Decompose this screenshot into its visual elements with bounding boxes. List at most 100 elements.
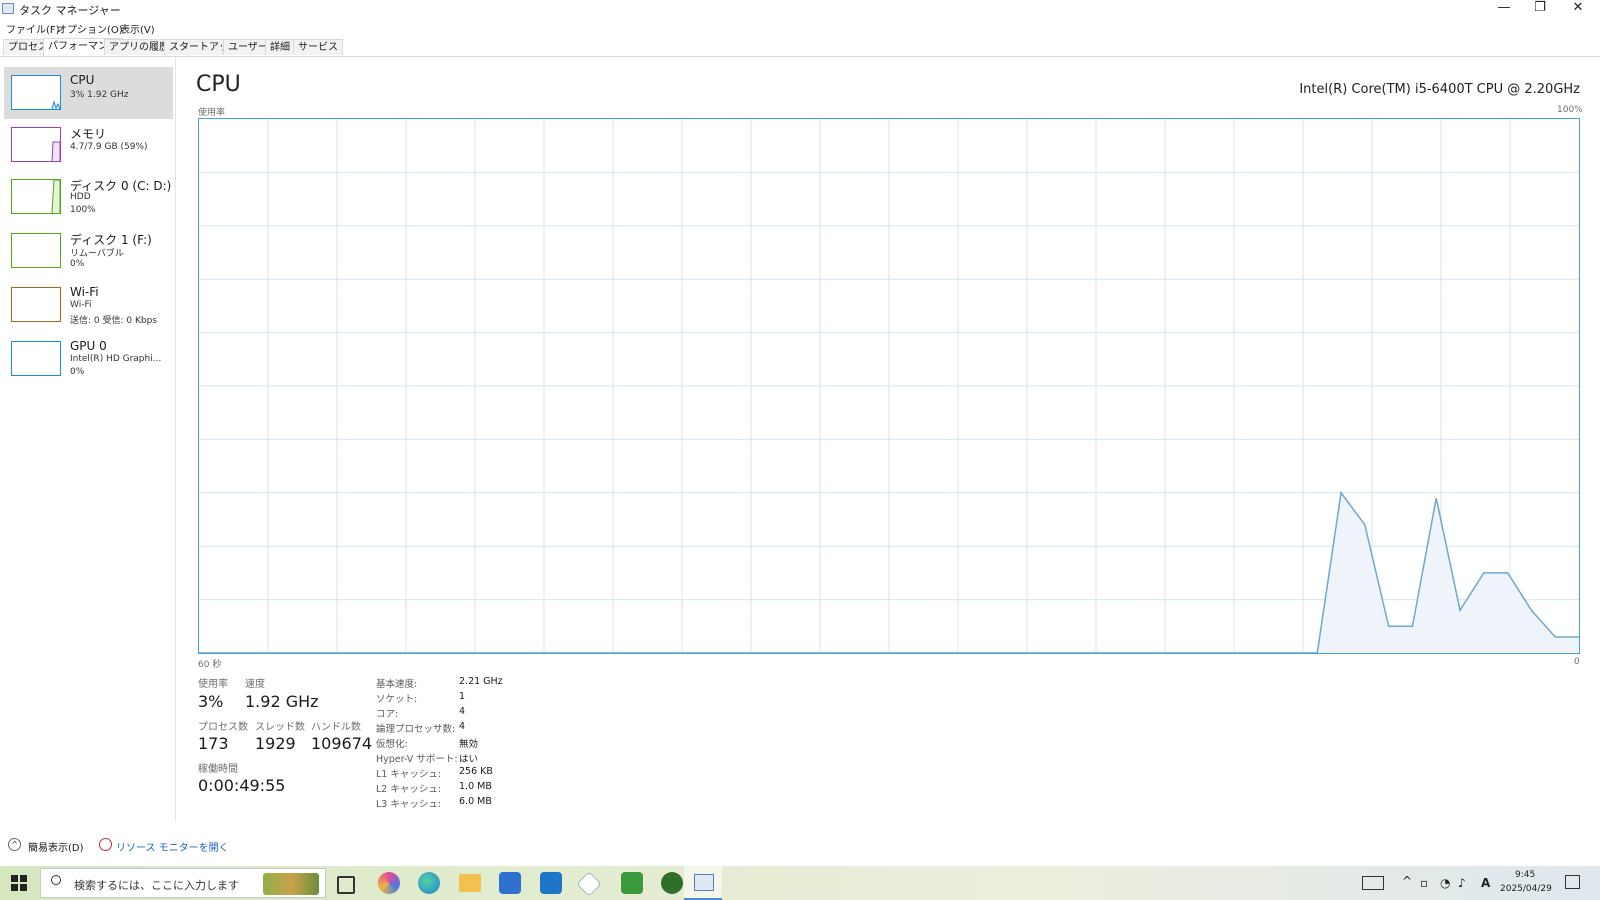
menu-view[interactable]: 表示(V) xyxy=(120,21,155,36)
title-bar: タスク マネージャー — ❐ ✕ xyxy=(0,0,1600,18)
windows-start-icon[interactable] xyxy=(11,875,27,891)
spec-label-virtualization: 仮想化: xyxy=(376,739,408,750)
sidebar-item-disk1[interactable]: ディスク 1 (F:) リムーバブル 0% xyxy=(4,225,173,277)
thread-count-value: 1929 xyxy=(255,734,296,753)
spec-value-hyperv: はい xyxy=(459,754,479,765)
store-icon[interactable] xyxy=(499,872,521,894)
task-manager-taskbar-icon xyxy=(694,874,714,891)
memory-thumbnail-graph xyxy=(11,127,61,162)
search-placeholder: 検索するには、ここに入力します xyxy=(74,879,239,892)
task-view-icon[interactable] xyxy=(337,876,355,894)
restore-button[interactable]: ❐ xyxy=(1522,0,1558,18)
uptime-value: 0:00:49:55 xyxy=(198,776,286,795)
spec-value-cores: 4 xyxy=(459,706,466,717)
spec-label-base-speed: 基本速度: xyxy=(376,679,418,690)
sidebar-item-disk0[interactable]: ディスク 0 (C: D:) HDD 100% xyxy=(4,171,173,223)
spec-value-base-speed: 2.21 GHz xyxy=(459,676,503,687)
notification-center-icon[interactable] xyxy=(1565,875,1580,889)
graph-y-label: 使用率 xyxy=(198,108,226,118)
volume-icon[interactable]: ♪ xyxy=(1458,876,1466,890)
dropbox-icon[interactable] xyxy=(576,871,602,897)
sidebar-disk1-usage: 0% xyxy=(70,259,85,269)
search-icon xyxy=(51,875,61,885)
spec-value-virtualization: 無効 xyxy=(459,739,479,750)
taskbar-search-box[interactable]: 検索するには、ここに入力します xyxy=(40,868,326,898)
sidebar-item-gpu[interactable]: GPU 0 Intel(R) HD Graphi... 0% xyxy=(4,333,173,385)
spec-value-sockets: 1 xyxy=(459,691,466,702)
spec-value-l1-cache: 256 KB xyxy=(459,766,493,777)
usage-label: 使用率 xyxy=(198,679,228,690)
sidebar-gpu-name: GPU 0 xyxy=(70,339,107,353)
sidebar-memory-sub: 4.7/7.9 GB (59%) xyxy=(70,142,148,152)
tripadvisor-icon[interactable] xyxy=(661,872,683,894)
graph-x-min: 0 xyxy=(1574,657,1580,667)
search-highlight-image xyxy=(263,873,319,895)
copilot-icon[interactable] xyxy=(378,872,400,894)
sidebar-item-memory[interactable]: メモリ 4.7/7.9 GB (59%) xyxy=(4,119,173,171)
sidebar-item-wifi[interactable]: Wi-Fi Wi-Fi 送信: 0 受信: 0 Kbps xyxy=(4,279,173,331)
handle-count-label: ハンドル数 xyxy=(311,722,361,733)
speed-value: 1.92 GHz xyxy=(245,692,319,711)
page-title: CPU xyxy=(196,72,241,97)
evernote-icon[interactable] xyxy=(621,872,643,894)
taskbar-clock-date[interactable]: 2025/04/29 xyxy=(1500,884,1552,894)
spec-label-l3-cache: L3 キャッシュ: xyxy=(376,799,442,810)
wifi-thumbnail-graph xyxy=(11,287,61,322)
task-manager-icon xyxy=(2,3,14,14)
resource-monitor-link[interactable]: リソース モニターを開く xyxy=(116,839,229,854)
spec-label-sockets: ソケット: xyxy=(376,694,418,705)
task-manager-taskbar-button[interactable] xyxy=(684,866,722,900)
spec-value-l3-cache: 6.0 MB xyxy=(459,796,492,807)
spec-label-hyperv: Hyper-V サポート: xyxy=(376,754,458,765)
process-count-label: プロセス数 xyxy=(198,722,248,733)
sidebar-disk0-type: HDD xyxy=(70,192,91,202)
sidebar-disk0-usage: 100% xyxy=(70,205,96,215)
file-explorer-icon[interactable] xyxy=(459,874,481,892)
minimize-button[interactable]: — xyxy=(1486,0,1522,18)
sidebar-disk1-type: リムーバブル xyxy=(70,249,124,259)
cpu-model-name: Intel(R) Core(TM) i5-6400T CPU @ 2.20GHz xyxy=(1299,82,1580,97)
ime-mode-indicator[interactable]: A xyxy=(1481,876,1490,890)
cpu-thumb-line xyxy=(51,100,61,110)
gpu-thumbnail-graph xyxy=(11,341,61,376)
spec-label-l2-cache: L2 キャッシュ: xyxy=(376,784,442,795)
spec-value-logical-processors: 4 xyxy=(459,721,466,732)
resource-monitor-icon xyxy=(99,838,112,851)
process-count-value: 173 xyxy=(198,734,229,753)
graph-y-max: 100% xyxy=(1557,105,1583,115)
wifi-icon[interactable]: ◔ xyxy=(1440,876,1450,890)
cpu-usage-graph xyxy=(198,118,1580,654)
keyboard-icon[interactable] xyxy=(1362,876,1384,890)
usage-value: 3% xyxy=(198,692,224,711)
mail-icon[interactable] xyxy=(540,872,562,894)
handle-count-value: 109674 xyxy=(311,734,373,753)
sidebar-wifi-name: Wi-Fi xyxy=(70,285,99,299)
cpu-thumbnail-graph xyxy=(11,75,61,110)
sidebar-cpu-name: CPU xyxy=(70,73,95,87)
resource-sidebar: CPU 3% 1.92 GHz メモリ 4.7/7.9 GB (59%) ディス… xyxy=(0,57,176,822)
thread-count-label: スレッド数 xyxy=(255,722,305,733)
close-button[interactable]: ✕ xyxy=(1560,0,1596,18)
edge-icon[interactable] xyxy=(418,872,440,894)
tab-strip: プロセス パフォーマンス アプリの履歴 スタートアップ ユーザー 詳細 サービス xyxy=(0,38,1600,57)
spec-value-l2-cache: 1.0 MB xyxy=(459,781,492,792)
spec-label-l1-cache: L1 キャッシュ: xyxy=(376,769,442,780)
taskbar-clock-time[interactable]: 9:45 xyxy=(1515,870,1535,880)
disk0-thumb-fill xyxy=(51,179,61,214)
sidebar-cpu-sub: 3% 1.92 GHz xyxy=(70,90,129,100)
sidebar-gpu-usage: 0% xyxy=(70,367,85,377)
touchpad-icon[interactable]: ▫ xyxy=(1420,876,1428,890)
sidebar-gpu-model: Intel(R) HD Graphi... xyxy=(70,354,162,364)
tab-details[interactable]: 詳細 xyxy=(265,39,295,55)
fewer-details-link[interactable]: 簡易表示(D) xyxy=(28,839,84,854)
tab-services[interactable]: サービス xyxy=(293,39,343,55)
windows-taskbar: 検索するには、ここに入力します ^ ▫ ◔ ♪ A 9:45 2025/04/2… xyxy=(0,866,1600,900)
speed-label: 速度 xyxy=(245,679,265,690)
menu-options[interactable]: オプション(O) xyxy=(57,21,123,36)
chevron-up-icon[interactable]: ^ xyxy=(8,838,21,851)
chevron-up-tray-icon[interactable]: ^ xyxy=(1402,874,1412,888)
sidebar-item-cpu[interactable]: CPU 3% 1.92 GHz xyxy=(4,67,173,119)
uptime-label: 稼働時間 xyxy=(198,764,238,775)
cpu-usage-graph-svg xyxy=(199,119,1579,654)
menu-file[interactable]: ファイル(F) xyxy=(6,21,60,36)
